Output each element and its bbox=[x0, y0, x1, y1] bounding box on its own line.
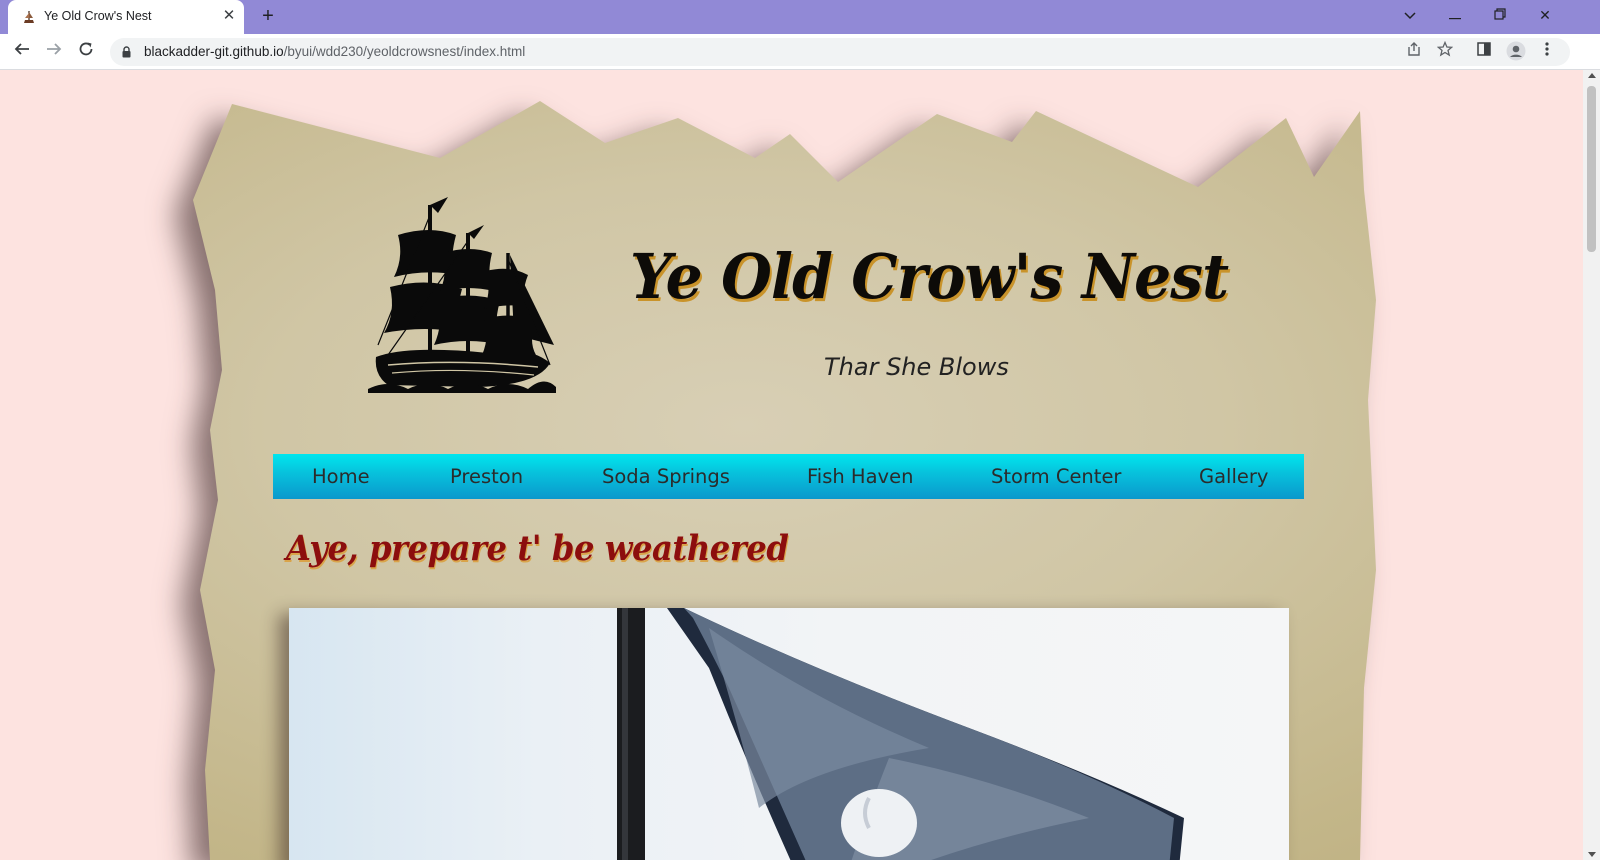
back-arrow-icon[interactable] bbox=[11, 41, 33, 63]
share-icon[interactable] bbox=[1403, 41, 1425, 63]
pirate-ship-icon bbox=[368, 197, 556, 393]
address-bar[interactable]: blackadder-git.github.io/byui/wdd230/yeo… bbox=[110, 38, 1570, 66]
scrollbar-thumb[interactable] bbox=[1587, 86, 1596, 252]
vertical-scrollbar[interactable] bbox=[1583, 70, 1600, 860]
nav-item-fish-haven[interactable]: Fish Haven bbox=[807, 454, 913, 499]
restore-icon[interactable] bbox=[1486, 4, 1514, 26]
nav-item-storm-center[interactable]: Storm Center bbox=[991, 454, 1121, 499]
close-window-icon[interactable]: ✕ bbox=[1531, 4, 1559, 26]
site-tagline: Thar She Blows bbox=[824, 353, 1009, 381]
nav-item-preston[interactable]: Preston bbox=[450, 454, 523, 499]
site-title: Ye Old Crow's Nest bbox=[630, 240, 1229, 313]
reload-icon[interactable] bbox=[75, 41, 97, 63]
pirate-favicon-icon bbox=[24, 11, 34, 23]
browser-tab-strip: Ye Old Crow's Nest ✕ + ✕ bbox=[0, 0, 1600, 34]
nav-item-gallery[interactable]: Gallery bbox=[1199, 454, 1268, 499]
scroll-down-arrow-icon[interactable] bbox=[1588, 852, 1596, 857]
url-path: /byui/wdd230/yeoldcrowsnest/index.html bbox=[283, 44, 526, 59]
tab-search-chevron-icon[interactable] bbox=[1396, 4, 1424, 26]
close-tab-icon[interactable]: ✕ bbox=[221, 8, 237, 24]
lock-icon bbox=[122, 46, 131, 58]
page-viewport: Ye Old Crow's Nest Thar She Blows Home P… bbox=[0, 70, 1583, 860]
scroll-up-arrow-icon[interactable] bbox=[1588, 73, 1596, 78]
main-navigation: Home Preston Soda Springs Fish Haven Sto… bbox=[273, 454, 1304, 499]
browser-toolbar: blackadder-git.github.io/byui/wdd230/yeo… bbox=[0, 34, 1600, 70]
pirate-flag-photo bbox=[617, 608, 1184, 860]
page-headline: Aye, prepare t' be weathered bbox=[286, 528, 789, 569]
url-host: blackadder-git.github.io bbox=[144, 44, 284, 59]
side-panel-icon[interactable] bbox=[1473, 41, 1495, 63]
new-tab-icon[interactable]: + bbox=[258, 6, 278, 26]
bookmark-star-icon[interactable] bbox=[1434, 40, 1456, 63]
hero-image bbox=[289, 608, 1289, 860]
forward-arrow-icon[interactable] bbox=[43, 41, 65, 63]
tab-title: Ye Old Crow's Nest bbox=[44, 9, 152, 23]
url-text: blackadder-git.github.io/byui/wdd230/yeo… bbox=[144, 44, 525, 59]
hero-image-frame bbox=[289, 608, 1289, 860]
profile-avatar-icon[interactable] bbox=[1505, 41, 1527, 63]
nav-item-soda-springs[interactable]: Soda Springs bbox=[602, 454, 730, 499]
browser-tab[interactable]: Ye Old Crow's Nest ✕ bbox=[8, 0, 244, 34]
minimize-icon[interactable] bbox=[1441, 4, 1469, 26]
more-menu-icon[interactable] bbox=[1536, 41, 1558, 63]
nav-item-home[interactable]: Home bbox=[312, 454, 370, 499]
